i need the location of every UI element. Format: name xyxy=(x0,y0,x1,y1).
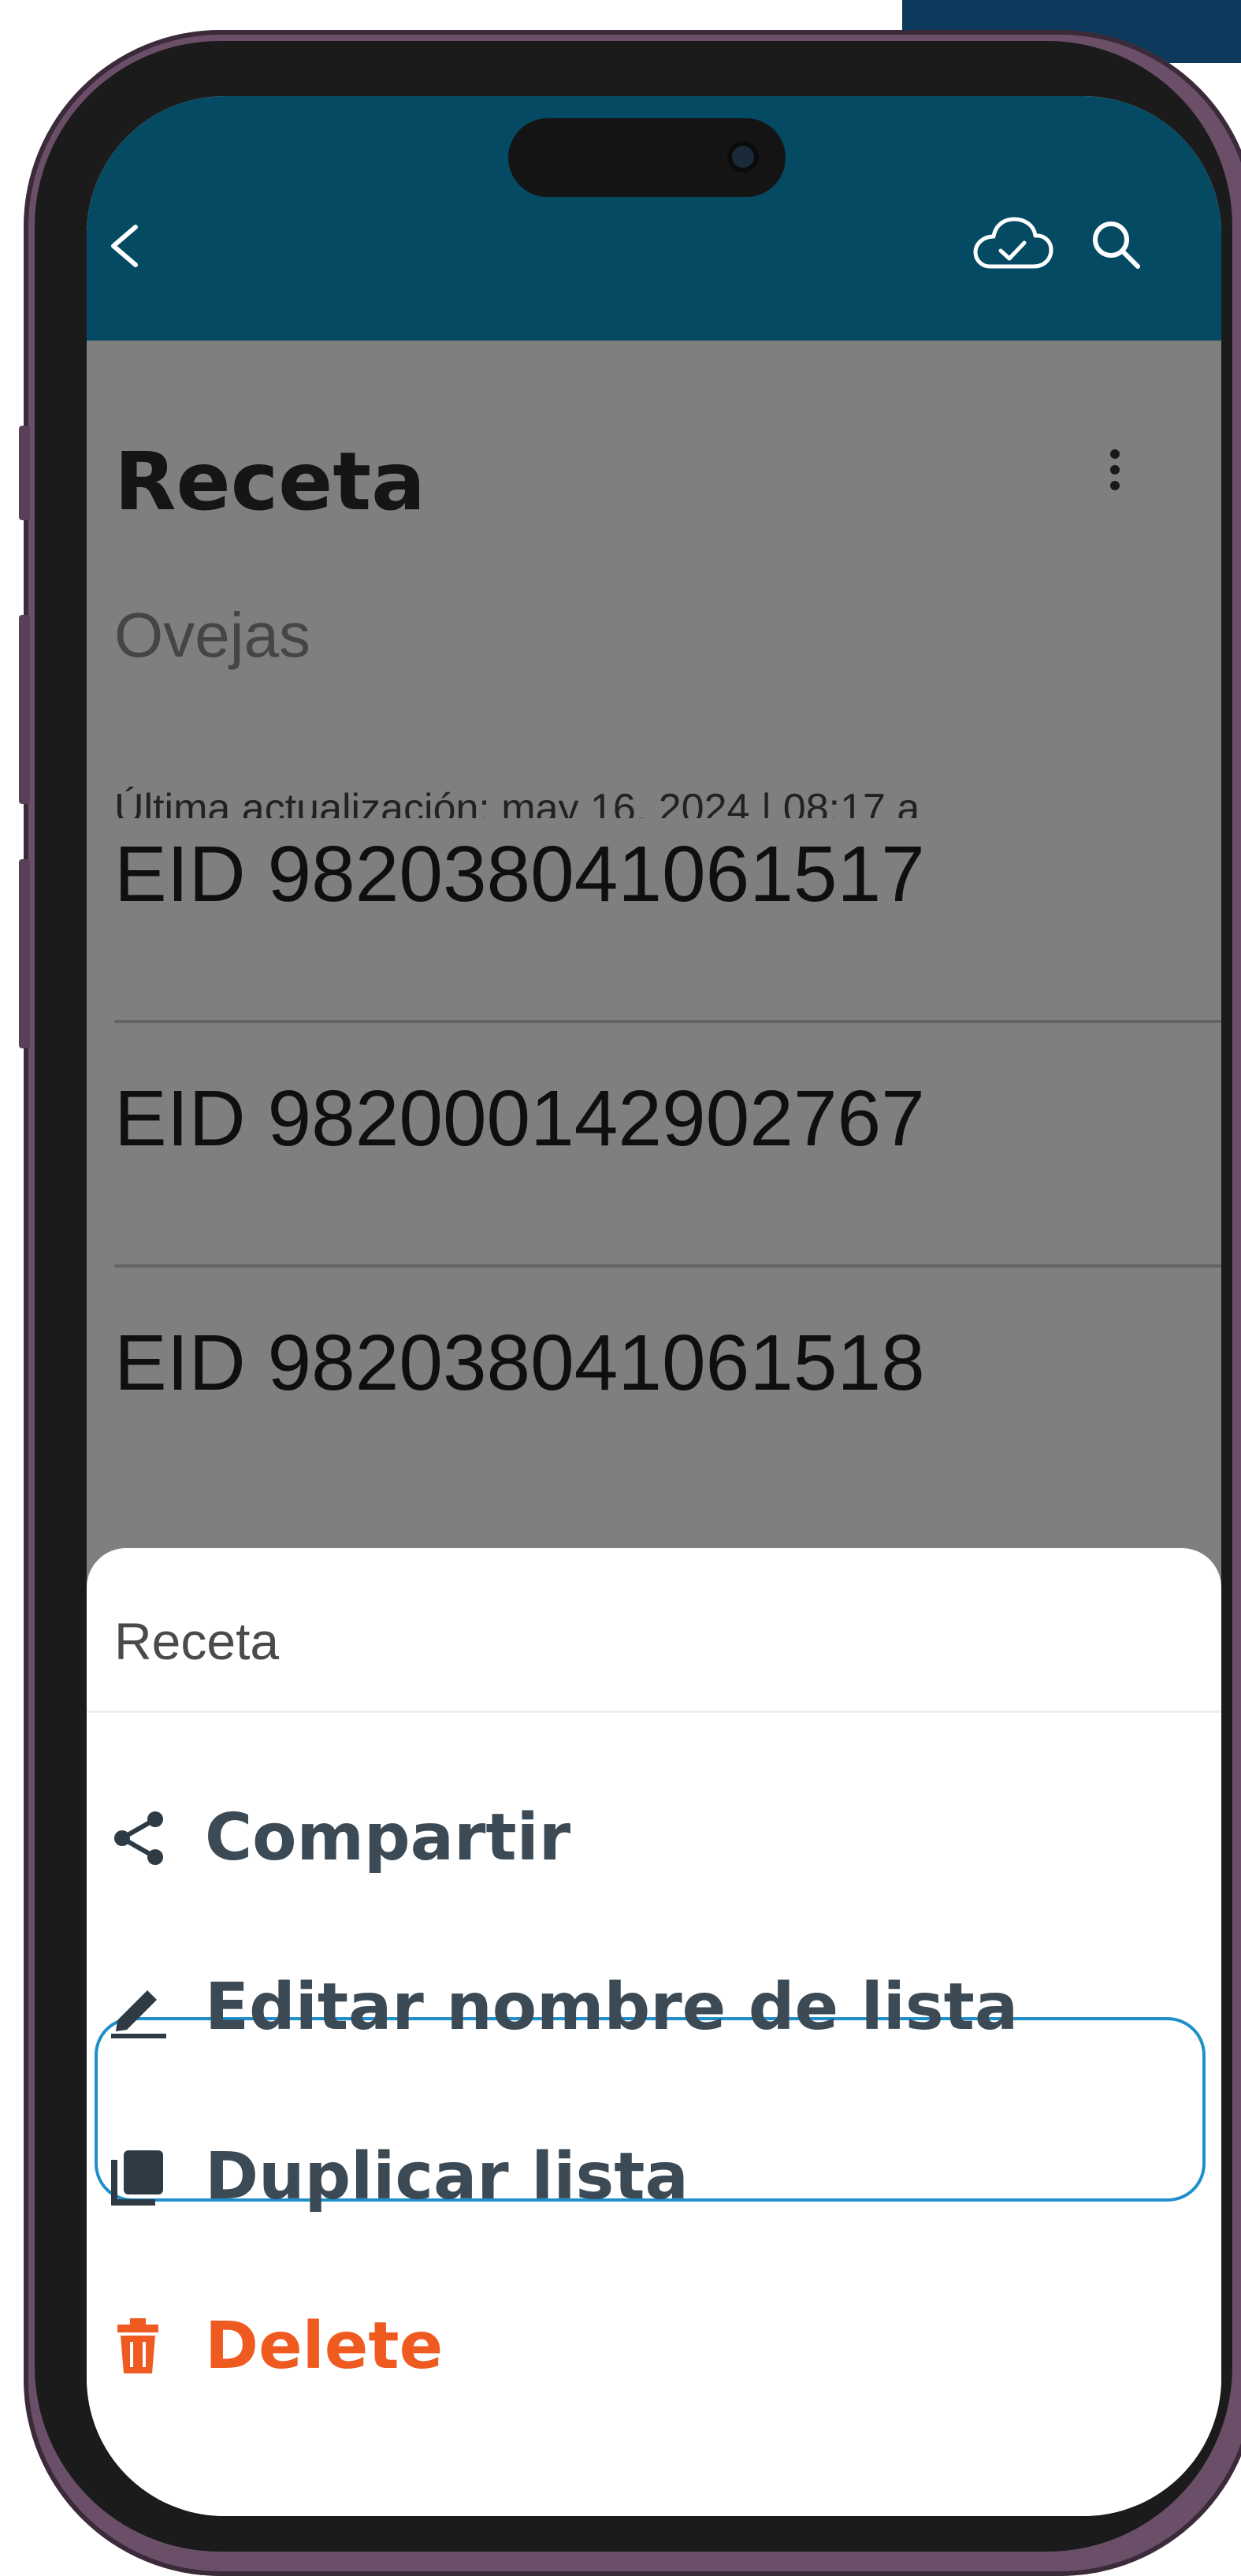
sheet-divider xyxy=(87,1711,1221,1713)
phone-screen: Receta Ovejas Última actualización: may … xyxy=(87,96,1221,2516)
menu-item-editar[interactable]: Editar nombre de lista xyxy=(106,1954,1209,2064)
menu-item-delete[interactable]: Delete xyxy=(106,2293,1209,2403)
menu-item-duplicar[interactable]: Duplicar lista xyxy=(106,2124,1209,2234)
dim-overlay[interactable] xyxy=(87,341,1221,1633)
share-icon xyxy=(106,1807,169,1870)
menu-item-compartir[interactable]: Compartir xyxy=(106,1785,1209,1895)
camera-icon xyxy=(727,141,759,173)
back-icon[interactable] xyxy=(102,214,150,277)
cloud-check-icon[interactable] xyxy=(968,214,1054,277)
search-icon[interactable] xyxy=(1086,214,1149,277)
sheet-title: Receta xyxy=(114,1612,280,1670)
copy-icon xyxy=(106,2146,169,2209)
menu-item-label: Compartir xyxy=(205,1800,571,1875)
volume-up-button xyxy=(19,615,30,804)
action-button xyxy=(19,426,30,520)
bottom-sheet: Receta Compartir Editar nombre de lista … xyxy=(87,1548,1221,2516)
menu-item-label: Delete xyxy=(205,2309,444,2384)
trash-icon xyxy=(106,2315,169,2378)
menu-item-label: Duplicar lista xyxy=(205,2139,689,2214)
volume-down-button xyxy=(19,859,30,1048)
menu-item-label: Editar nombre de lista xyxy=(205,1970,1019,2045)
pencil-icon xyxy=(106,1976,169,2039)
